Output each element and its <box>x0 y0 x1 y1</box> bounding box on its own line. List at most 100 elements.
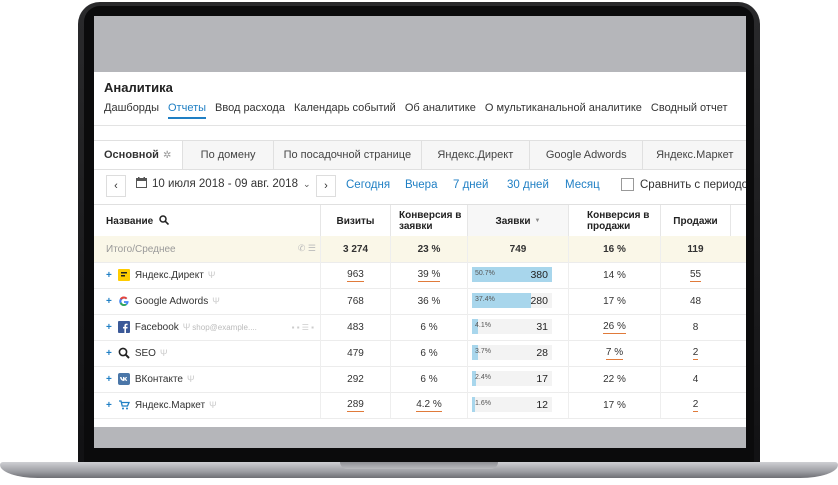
col-conv-sales[interactable]: Конверсия в продажи <box>568 205 660 237</box>
range-month[interactable]: Месяц <box>565 179 600 191</box>
date-toolbar: ‹ 10 июля 2018 - 09 авг. 2018 ⌄ › Сегодн… <box>94 171 746 201</box>
next-period-button[interactable]: › <box>316 175 336 197</box>
fork-icon: Ψ <box>209 400 217 410</box>
table-row[interactable]: + Яндекс.Директ Ψ 963 39 % 50.7% 380 14 … <box>94 262 746 289</box>
conv-requests-value: 6 % <box>420 347 438 359</box>
sort-desc-icon: ▼ <box>534 217 541 224</box>
fork-icon: Ψ <box>159 348 168 358</box>
row-name-cell[interactable]: + Facebook Ψ shop@example.... ▪ ▪ ☰ ▪ <box>94 314 320 340</box>
conv-sales-value: 17 % <box>603 295 626 307</box>
facebook-icon <box>117 321 130 333</box>
compare-checkbox[interactable] <box>621 178 634 191</box>
vk-icon <box>117 373 130 385</box>
conv-requests-cell: 36 % <box>390 288 467 314</box>
row-name-cell[interactable]: + SEO Ψ <box>94 340 320 366</box>
cart-icon <box>118 399 130 411</box>
nav-reports[interactable]: Отчеты <box>168 102 207 119</box>
row-name-cell[interactable]: + Google Adwords Ψ <box>94 288 320 314</box>
expand-plus-icon[interactable]: + <box>106 296 112 307</box>
requests-pct: 4.1% <box>475 322 491 329</box>
tab-yandex-direct[interactable]: Яндекс.Директ <box>422 141 531 169</box>
gear-icon[interactable]: ✲ <box>163 150 171 161</box>
expand-plus-icon[interactable]: + <box>106 322 112 333</box>
col-requests[interactable]: Заявки ▼ <box>467 205 568 237</box>
nav-about-multichannel[interactable]: О мультиканальной аналитике <box>485 102 642 119</box>
visits-cell: 479 <box>320 340 390 366</box>
range-30-days[interactable]: 30 дней <box>507 179 549 191</box>
requests-bar: 37.4% 280 <box>472 293 552 308</box>
prev-period-button[interactable]: ‹ <box>106 175 126 197</box>
col-visits[interactable]: Визиты <box>320 205 390 237</box>
sales-cell: 48 <box>660 288 730 314</box>
conv-sales-cell: 14 % <box>568 262 660 288</box>
date-range-picker[interactable]: 10 июля 2018 - 09 авг. 2018 ⌄ <box>136 177 311 191</box>
source-name: Facebook <box>134 321 179 333</box>
range-yesterday[interactable]: Вчера <box>405 179 437 191</box>
search-icon[interactable] <box>159 214 170 228</box>
range-today[interactable]: Сегодня <box>346 179 390 191</box>
col-requests-label: Заявки <box>495 215 531 227</box>
conv-sales-cell: 26 % <box>568 314 660 340</box>
calendar-icon <box>136 177 147 191</box>
tab-by-domain[interactable]: По домену <box>183 141 275 169</box>
requests-value: 280 <box>530 295 548 307</box>
requests-value: 17 <box>536 373 548 385</box>
requests-cell: 1.6% 12 <box>467 392 568 418</box>
table-row[interactable]: + SEO Ψ 479 6 % 3.7% 28 7 % 2 <box>94 340 746 367</box>
conv-requests-value: 39 % <box>417 268 441 282</box>
date-range-value: 10 июля 2018 - 09 авг. 2018 <box>152 178 298 190</box>
nav-about-analytics[interactable]: Об аналитике <box>405 102 476 119</box>
expand-plus-icon[interactable]: + <box>106 374 112 385</box>
visits-value: 289 <box>347 398 364 412</box>
col-name[interactable]: Название <box>94 205 320 237</box>
requests-pct: 37.4% <box>475 296 495 303</box>
tab-google-adwords[interactable]: Google Adwords <box>530 141 644 169</box>
table-header: Название Визиты Конверсия в заявки Заявк… <box>94 204 746 238</box>
source-name: Google Adwords <box>134 295 209 307</box>
tab-by-landing-page[interactable]: По посадочной странице <box>274 141 422 169</box>
requests-cell: 2.4% 17 <box>467 366 568 392</box>
visits-cell: 963 <box>320 262 390 288</box>
nav-event-calendar[interactable]: Календарь событий <box>294 102 396 119</box>
row-name-cell[interactable]: + Яндекс.Директ Ψ <box>94 262 320 288</box>
sales-cell: 2 <box>660 340 730 366</box>
report-tabs: Основной ✲ По домену По посадочной стран… <box>94 140 746 170</box>
table-row[interactable]: + Google Adwords Ψ 768 36 % 37.4% 280 17… <box>94 288 746 315</box>
col-sales[interactable]: Продажи <box>660 205 730 237</box>
chevron-down-icon: ⌄ <box>302 178 311 189</box>
conv-requests-cell: 4.2 % <box>390 392 467 418</box>
source-name: Яндекс.Маркет <box>134 399 206 411</box>
compare-label: Сравнить с периодом <box>640 178 746 191</box>
col-conv-requests[interactable]: Конверсия в заявки <box>390 205 467 237</box>
conv-sales-cell: 7 % <box>568 340 660 366</box>
requests-value: 12 <box>536 399 548 411</box>
conv-sales-value: 7 % <box>605 346 624 360</box>
visits-value: 292 <box>347 373 364 385</box>
tab-main[interactable]: Основной ✲ <box>94 141 184 169</box>
total-sales: 119 <box>660 236 730 262</box>
visits-value: 963 <box>347 268 364 282</box>
table-row[interactable]: + Facebook Ψ shop@example.... ▪ ▪ ☰ ▪ 483… <box>94 314 746 341</box>
table-row[interactable]: + Яндекс.Маркет Ψ 289 4.2 % 1.6% 12 17 %… <box>94 392 746 419</box>
tab-yandex-market[interactable]: Яндекс.Маркет <box>643 141 746 169</box>
nav-expense-input[interactable]: Ввод расхода <box>215 102 285 119</box>
search-icon <box>118 347 130 359</box>
nav-summary-report[interactable]: Сводный отчет <box>651 102 728 119</box>
requests-value: 380 <box>530 269 548 281</box>
total-conv-requests: 23 % <box>390 236 467 262</box>
sales-value: 8 <box>692 321 699 333</box>
sales-value: 48 <box>689 295 702 307</box>
expand-plus-icon[interactable]: + <box>106 400 112 411</box>
expand-plus-icon[interactable]: + <box>106 270 112 281</box>
expand-plus-icon[interactable]: + <box>106 348 112 359</box>
range-7-days[interactable]: 7 дней <box>453 179 488 191</box>
nav-dashboards[interactable]: Дашборды <box>104 102 159 119</box>
conv-requests-cell: 6 % <box>390 314 467 340</box>
visits-value: 479 <box>347 347 364 359</box>
conv-requests-value: 6 % <box>420 373 438 385</box>
sales-value: 2 <box>692 346 699 360</box>
compare-period-toggle[interactable]: Сравнить с периодом <box>621 178 746 191</box>
row-name-cell[interactable]: + ВКонтакте Ψ <box>94 366 320 392</box>
row-name-cell[interactable]: + Яндекс.Маркет Ψ <box>94 392 320 418</box>
table-row[interactable]: + ВКонтакте Ψ 292 6 % 2.4% 17 22 % 4 <box>94 366 746 393</box>
